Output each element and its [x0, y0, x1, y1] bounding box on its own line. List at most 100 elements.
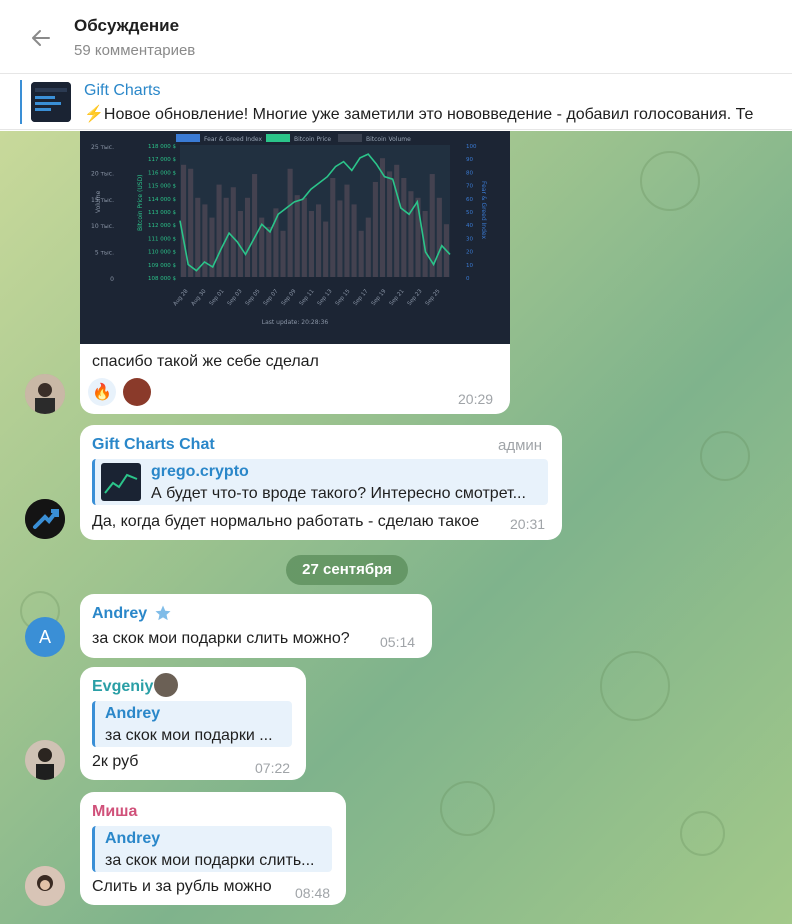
quote-sender: Andrey [105, 705, 161, 722]
volume-bar [287, 168, 293, 277]
volume-bar [244, 197, 251, 277]
volume-bar [436, 197, 442, 277]
y-price-tick-label: 112 000 $ [148, 223, 176, 229]
y-right-tick-label: 60 [466, 197, 473, 203]
sender-name[interactable]: Миша [92, 803, 137, 821]
volume-bar [252, 174, 258, 277]
message-text: Да, когда будет нормально работать - сде… [92, 513, 480, 530]
y-price-tick-label: 118 000 $ [148, 144, 176, 150]
message-text: 2к руб [92, 753, 139, 770]
message-bubble[interactable]: Миша Andrey за скок мои подарки слить...… [80, 792, 346, 905]
message-bubble[interactable]: Fear & Greed Index Bitcoin Price Bitcoin V… [80, 131, 510, 414]
volume-bar [195, 197, 201, 277]
volume-bar [301, 197, 307, 277]
fire-reaction[interactable]: 🔥 [88, 378, 116, 406]
reply-quote[interactable]: grego.crypto А будет что-то вроде такого… [92, 459, 548, 505]
y-tick-label: 10 тыс. [91, 223, 114, 230]
quote-thumbnail [101, 463, 141, 501]
background-doodle [700, 431, 750, 481]
comment-count: 59 комментариев [74, 42, 196, 59]
back-arrow-icon[interactable] [27, 24, 55, 52]
sticker-icon [154, 673, 178, 697]
y-right-tick-label: 40 [466, 223, 473, 229]
page-title: Обсуждение [74, 16, 180, 35]
avatar[interactable] [25, 866, 65, 906]
y-right-tick-label: 50 [466, 210, 473, 216]
y-price-tick-label: 109 000 $ [148, 263, 176, 269]
volume-bar [372, 181, 378, 277]
message-bubble[interactable]: Gift Charts Chat админ grego.crypto А бу… [80, 425, 562, 540]
avatar[interactable] [25, 374, 65, 414]
y-price-tick-label: 111 000 $ [148, 236, 176, 242]
background-doodle [640, 151, 700, 211]
message-text: за скок мои подарки слить можно? [92, 630, 350, 647]
sender-name[interactable]: Gift Charts Chat [92, 436, 215, 454]
volume-bar [344, 184, 350, 277]
axis-title: Fear & Greed Index [480, 181, 487, 240]
reaction-avatar [123, 378, 152, 406]
admin-badge: админ [498, 437, 543, 454]
quote-text: А будет что-то вроде такого? Интересно с… [151, 485, 526, 502]
message-bubble[interactable]: Evgeniy Andrey за скок мои подарки ... 2… [80, 667, 306, 780]
axis-title: Bitcoin Price (USD) [137, 174, 144, 231]
volume-bar [181, 164, 187, 277]
volume-bar [330, 178, 336, 277]
avatar[interactable] [25, 740, 65, 780]
volume-bar [209, 217, 215, 277]
y-tick-label: 20 тыс. [91, 170, 114, 177]
y-price-tick-label: 117 000 $ [148, 157, 176, 163]
y-right-tick-label: 90 [466, 157, 473, 163]
volume-bar [394, 164, 400, 277]
star-icon [154, 604, 172, 626]
message-text: спасибо такой же себе сделал [92, 353, 319, 370]
y-right-tick-label: 100 [466, 144, 477, 150]
quote-text: за скок мои подарки ... [105, 727, 273, 744]
pinned-text: ⚡Новое обновление! Многие уже заметили э… [84, 106, 754, 123]
message-time: 05:14 [380, 634, 416, 650]
y-right-tick-label: 20 [466, 250, 473, 256]
y-tick-label: 0 [110, 276, 114, 283]
legend-swatch [176, 134, 200, 142]
volume-bar [358, 230, 364, 277]
y-tick-label: 25 тыс. [91, 144, 114, 151]
y-right-tick-label: 10 [466, 263, 473, 269]
volume-bar [401, 178, 407, 277]
volume-bar [216, 184, 222, 277]
background-doodle [680, 811, 725, 856]
volume-bar [422, 211, 428, 277]
y-price-tick-label: 113 000 $ [148, 210, 176, 216]
y-right-tick-label: 80 [466, 170, 473, 176]
legend-swatch [266, 134, 290, 142]
background-doodle [600, 651, 670, 721]
quote-sender: Andrey [105, 830, 161, 847]
chart-footer: Last update: 20:28:36 [262, 319, 329, 326]
avatar[interactable] [25, 499, 65, 539]
message-time: 08:48 [295, 885, 331, 901]
volume-bar [202, 204, 208, 277]
legend-label: Fear & Greed Index [204, 136, 263, 143]
chat-area[interactable]: Fear & Greed Index Bitcoin Price Bitcoin V… [0, 131, 792, 924]
background-doodle [440, 781, 495, 836]
message-bubble[interactable]: Andrey за скок мои подарки слить можно? … [80, 594, 432, 658]
volume-bar [188, 168, 194, 277]
message-text: Слить и за рубль можно [92, 878, 272, 895]
y-price-tick-label: 115 000 $ [148, 184, 176, 190]
chat-header: Обсуждение 59 комментариев [0, 0, 792, 74]
volume-bar [266, 226, 272, 277]
chart-image[interactable]: Fear & Greed Index Bitcoin Price Bitcoin V… [80, 131, 510, 344]
avatar[interactable]: A [25, 617, 65, 657]
pinned-post[interactable]: Gift Charts ⚡Новое обновление! Многие уж… [0, 74, 792, 130]
message-time: 20:29 [458, 391, 494, 407]
volume-bar [308, 211, 314, 277]
y-right-tick-label: 70 [466, 184, 473, 190]
quote-sender: grego.crypto [151, 463, 249, 480]
legend-label: Bitcoin Price [294, 136, 331, 143]
reply-quote[interactable]: Andrey за скок мои подарки ... [92, 701, 292, 747]
quote-text: за скок мои подарки слить... [105, 852, 315, 869]
pinned-thumbnail [31, 82, 71, 122]
reactions[interactable]: 🔥 [88, 378, 153, 406]
volume-bar [323, 221, 329, 277]
sender-name[interactable]: Evgeniy [92, 678, 153, 696]
reply-quote[interactable]: Andrey за скок мои подарки слить... [92, 826, 332, 872]
sender-name[interactable]: Andrey [92, 605, 147, 623]
